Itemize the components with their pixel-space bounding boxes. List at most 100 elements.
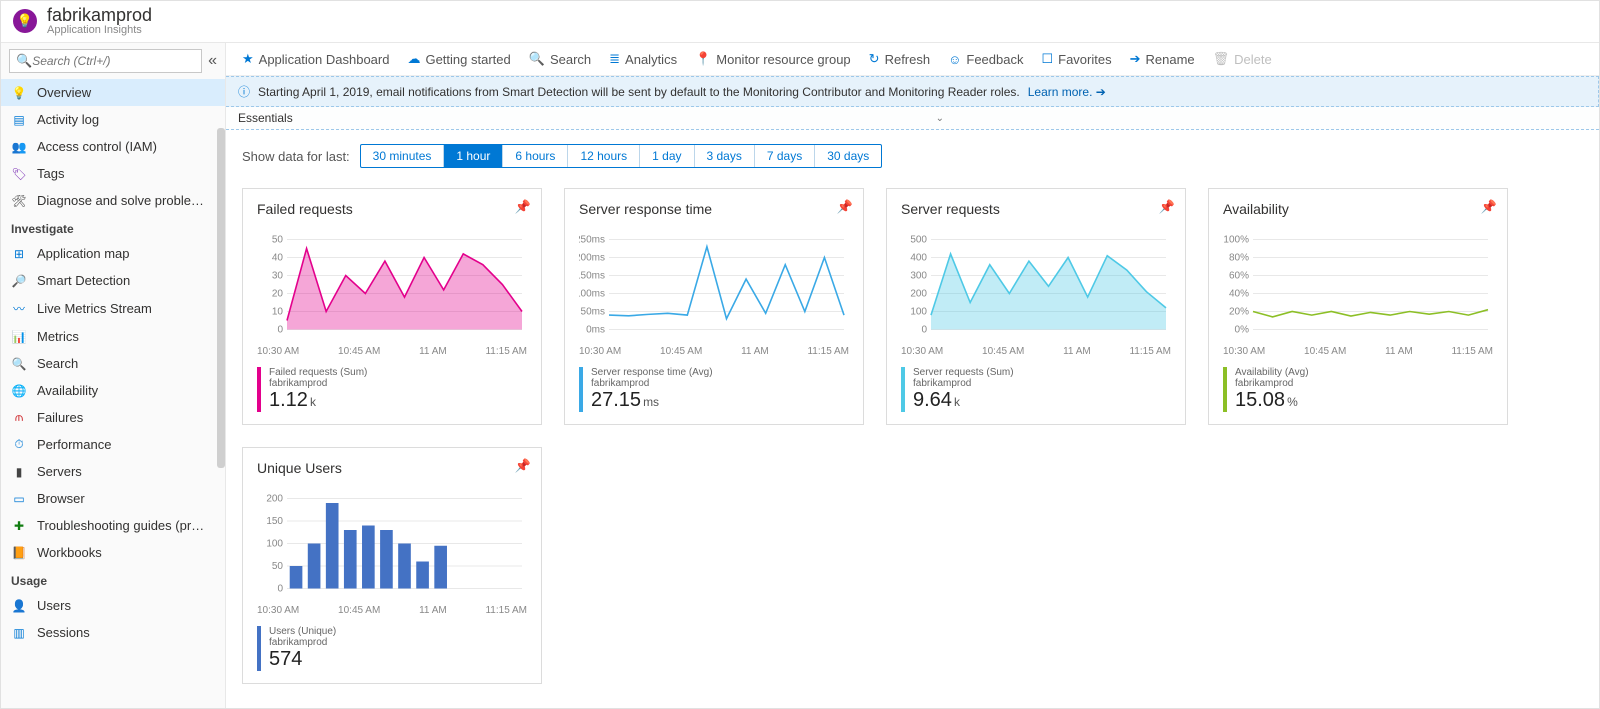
time-range-label: Show data for last: <box>242 149 350 164</box>
range-12-hours[interactable]: 12 hours <box>568 145 640 167</box>
range-6-hours[interactable]: 6 hours <box>503 145 568 167</box>
svg-text:100%: 100% <box>1223 235 1249 246</box>
sidebar-item-users[interactable]: 👤Users <box>1 592 225 619</box>
monitor-resource-group-icon: 📍 <box>695 51 711 67</box>
info-icon: ⓘ <box>238 83 250 100</box>
card-server-requests[interactable]: Server requests📌010020030040050010:30 AM… <box>886 188 1186 425</box>
sidebar-item-servers[interactable]: ▮Servers <box>1 458 225 485</box>
toolbar-analytics[interactable]: ≣Analytics <box>609 51 677 67</box>
svg-text:40: 40 <box>272 253 284 264</box>
svg-text:100ms: 100ms <box>579 289 605 300</box>
sidebar-item-failures[interactable]: ⫙Failures <box>1 404 225 431</box>
sidebar-item-metrics[interactable]: 📊Metrics <box>1 323 225 350</box>
sidebar-item-performance[interactable]: ⏱Performance <box>1 431 225 458</box>
time-range-group: 30 minutes1 hour6 hours12 hours1 day3 da… <box>360 144 883 168</box>
sidebar-item-browser[interactable]: ▭Browser <box>1 485 225 512</box>
search-icon: 🔍 <box>529 51 545 67</box>
svg-text:150ms: 150ms <box>579 271 605 282</box>
sidebar-item-tags[interactable]: 🏷Tags <box>1 160 225 187</box>
live-metrics-stream-icon: 〰 <box>11 300 27 317</box>
sidebar-item-search[interactable]: 🔍Search <box>1 350 225 377</box>
range-3-days[interactable]: 3 days <box>695 145 755 167</box>
access-control-iam--icon: 👥 <box>11 140 27 154</box>
sessions-icon: ▥ <box>11 626 27 640</box>
chart: 0ms50ms100ms150ms200ms250ms <box>579 227 849 342</box>
svg-text:0: 0 <box>277 584 283 595</box>
chart: 0100200300400500 <box>901 227 1171 342</box>
toolbar-rename[interactable]: ➔Rename <box>1130 51 1195 67</box>
sidebar-item-application-map[interactable]: ⊞Application map <box>1 240 225 267</box>
resource-subtitle: Application Insights <box>47 24 152 36</box>
sidebar-item-workbooks[interactable]: 📙Workbooks <box>1 539 225 566</box>
chart: 0%20%40%60%80%100% <box>1223 227 1493 342</box>
card-server-response-time[interactable]: Server response time📌0ms50ms100ms150ms20… <box>564 188 864 425</box>
pin-icon[interactable]: 📌 <box>515 199 531 215</box>
essentials-bar[interactable]: Essentials ⌄ <box>226 107 1599 130</box>
sidebar-item-sessions[interactable]: ▥Sessions <box>1 619 225 646</box>
sidebar-item-smart-detection[interactable]: 🔎Smart Detection <box>1 267 225 294</box>
range-30-days[interactable]: 30 days <box>815 145 881 167</box>
search-icon: 🔍 <box>11 357 27 371</box>
card-title: Server response time <box>579 201 849 217</box>
svg-text:50: 50 <box>272 235 284 246</box>
x-axis-labels: 10:30 AM10:45 AM11 AM11:15 AM <box>257 605 527 616</box>
sidebar-search[interactable]: 🔍 <box>9 49 202 73</box>
card-unique-users[interactable]: Unique Users📌05010015020010:30 AM10:45 A… <box>242 447 542 684</box>
learn-more-link[interactable]: Learn more. ➔ <box>1028 85 1106 99</box>
range-7-days[interactable]: 7 days <box>755 145 815 167</box>
sidebar-item-live-metrics-stream[interactable]: 〰Live Metrics Stream <box>1 294 225 323</box>
chart: 01020304050 <box>257 227 527 342</box>
x-axis-labels: 10:30 AM10:45 AM11 AM11:15 AM <box>579 346 849 357</box>
resource-title: fabrikamprod <box>47 5 152 26</box>
metric: Server requests (Sum)fabrikamprod9.64k <box>901 367 1171 412</box>
search-input[interactable] <box>32 54 195 68</box>
collapse-sidebar-icon[interactable]: « <box>208 52 217 70</box>
availability-icon: 🌐 <box>11 384 27 398</box>
card-availability[interactable]: Availability📌0%20%40%60%80%100%10:30 AM1… <box>1208 188 1508 425</box>
activity-log-icon: ▤ <box>11 113 27 127</box>
svg-text:200ms: 200ms <box>579 253 605 264</box>
sidebar-item-activity-log[interactable]: ▤Activity log <box>1 106 225 133</box>
metric: Availability (Avg)fabrikamprod15.08% <box>1223 367 1493 412</box>
svg-text:200: 200 <box>910 289 927 300</box>
application-map-icon: ⊞ <box>11 247 27 261</box>
x-axis-labels: 10:30 AM10:45 AM11 AM11:15 AM <box>901 346 1171 357</box>
failures-icon: ⫙ <box>11 410 27 425</box>
sidebar-item-access-control-iam-[interactable]: 👥Access control (IAM) <box>1 133 225 160</box>
svg-text:10: 10 <box>272 307 284 318</box>
delete-icon: 🗑 <box>1213 51 1230 67</box>
range-1-hour[interactable]: 1 hour <box>444 145 503 167</box>
toolbar-favorites[interactable]: ☐Favorites <box>1041 51 1111 67</box>
pin-icon[interactable]: 📌 <box>1481 199 1497 215</box>
sidebar-scrollbar[interactable] <box>217 128 225 468</box>
pin-icon[interactable]: 📌 <box>837 199 853 215</box>
pin-icon[interactable]: 📌 <box>515 458 531 474</box>
metric: Failed requests (Sum)fabrikamprod1.12k <box>257 367 527 412</box>
sidebar-item-diagnose-and-solve-proble-[interactable]: 🛠Diagnose and solve proble… <box>1 187 225 214</box>
toolbar-getting-started[interactable]: ☁Getting started <box>407 51 510 67</box>
card-title: Failed requests <box>257 201 527 217</box>
toolbar-application-dashboard[interactable]: ★Application Dashboard <box>242 51 389 67</box>
sidebar-item-availability[interactable]: 🌐Availability <box>1 377 225 404</box>
x-axis-labels: 10:30 AM10:45 AM11 AM11:15 AM <box>1223 346 1493 357</box>
range-30-minutes[interactable]: 30 minutes <box>361 145 445 167</box>
sidebar-item-troubleshooting-guides-pr-[interactable]: ✚Troubleshooting guides (pr… <box>1 512 225 539</box>
svg-text:20: 20 <box>272 289 284 300</box>
toolbar-search[interactable]: 🔍Search <box>529 51 591 67</box>
browser-icon: ▭ <box>11 492 27 506</box>
sidebar-item-overview[interactable]: 💡Overview <box>1 79 225 106</box>
svg-text:0: 0 <box>921 325 927 336</box>
command-bar: ★Application Dashboard ☁Getting started 🔍S… <box>226 43 1599 76</box>
tags-icon: 🏷 <box>11 167 27 181</box>
info-text: Starting April 1, 2019, email notificati… <box>258 85 1020 99</box>
analytics-icon: ≣ <box>609 51 620 67</box>
toolbar-feedback[interactable]: ☺Feedback <box>948 52 1023 67</box>
range-1-day[interactable]: 1 day <box>640 145 694 167</box>
svg-text:80%: 80% <box>1229 253 1249 264</box>
toolbar-monitor-resource-group[interactable]: 📍Monitor resource group <box>695 51 851 67</box>
card-title: Server requests <box>901 201 1171 217</box>
pin-icon[interactable]: 📌 <box>1159 199 1175 215</box>
svg-text:100: 100 <box>910 307 927 318</box>
card-failed-requests[interactable]: Failed requests📌0102030405010:30 AM10:45… <box>242 188 542 425</box>
toolbar-refresh[interactable]: ↻Refresh <box>869 51 930 67</box>
